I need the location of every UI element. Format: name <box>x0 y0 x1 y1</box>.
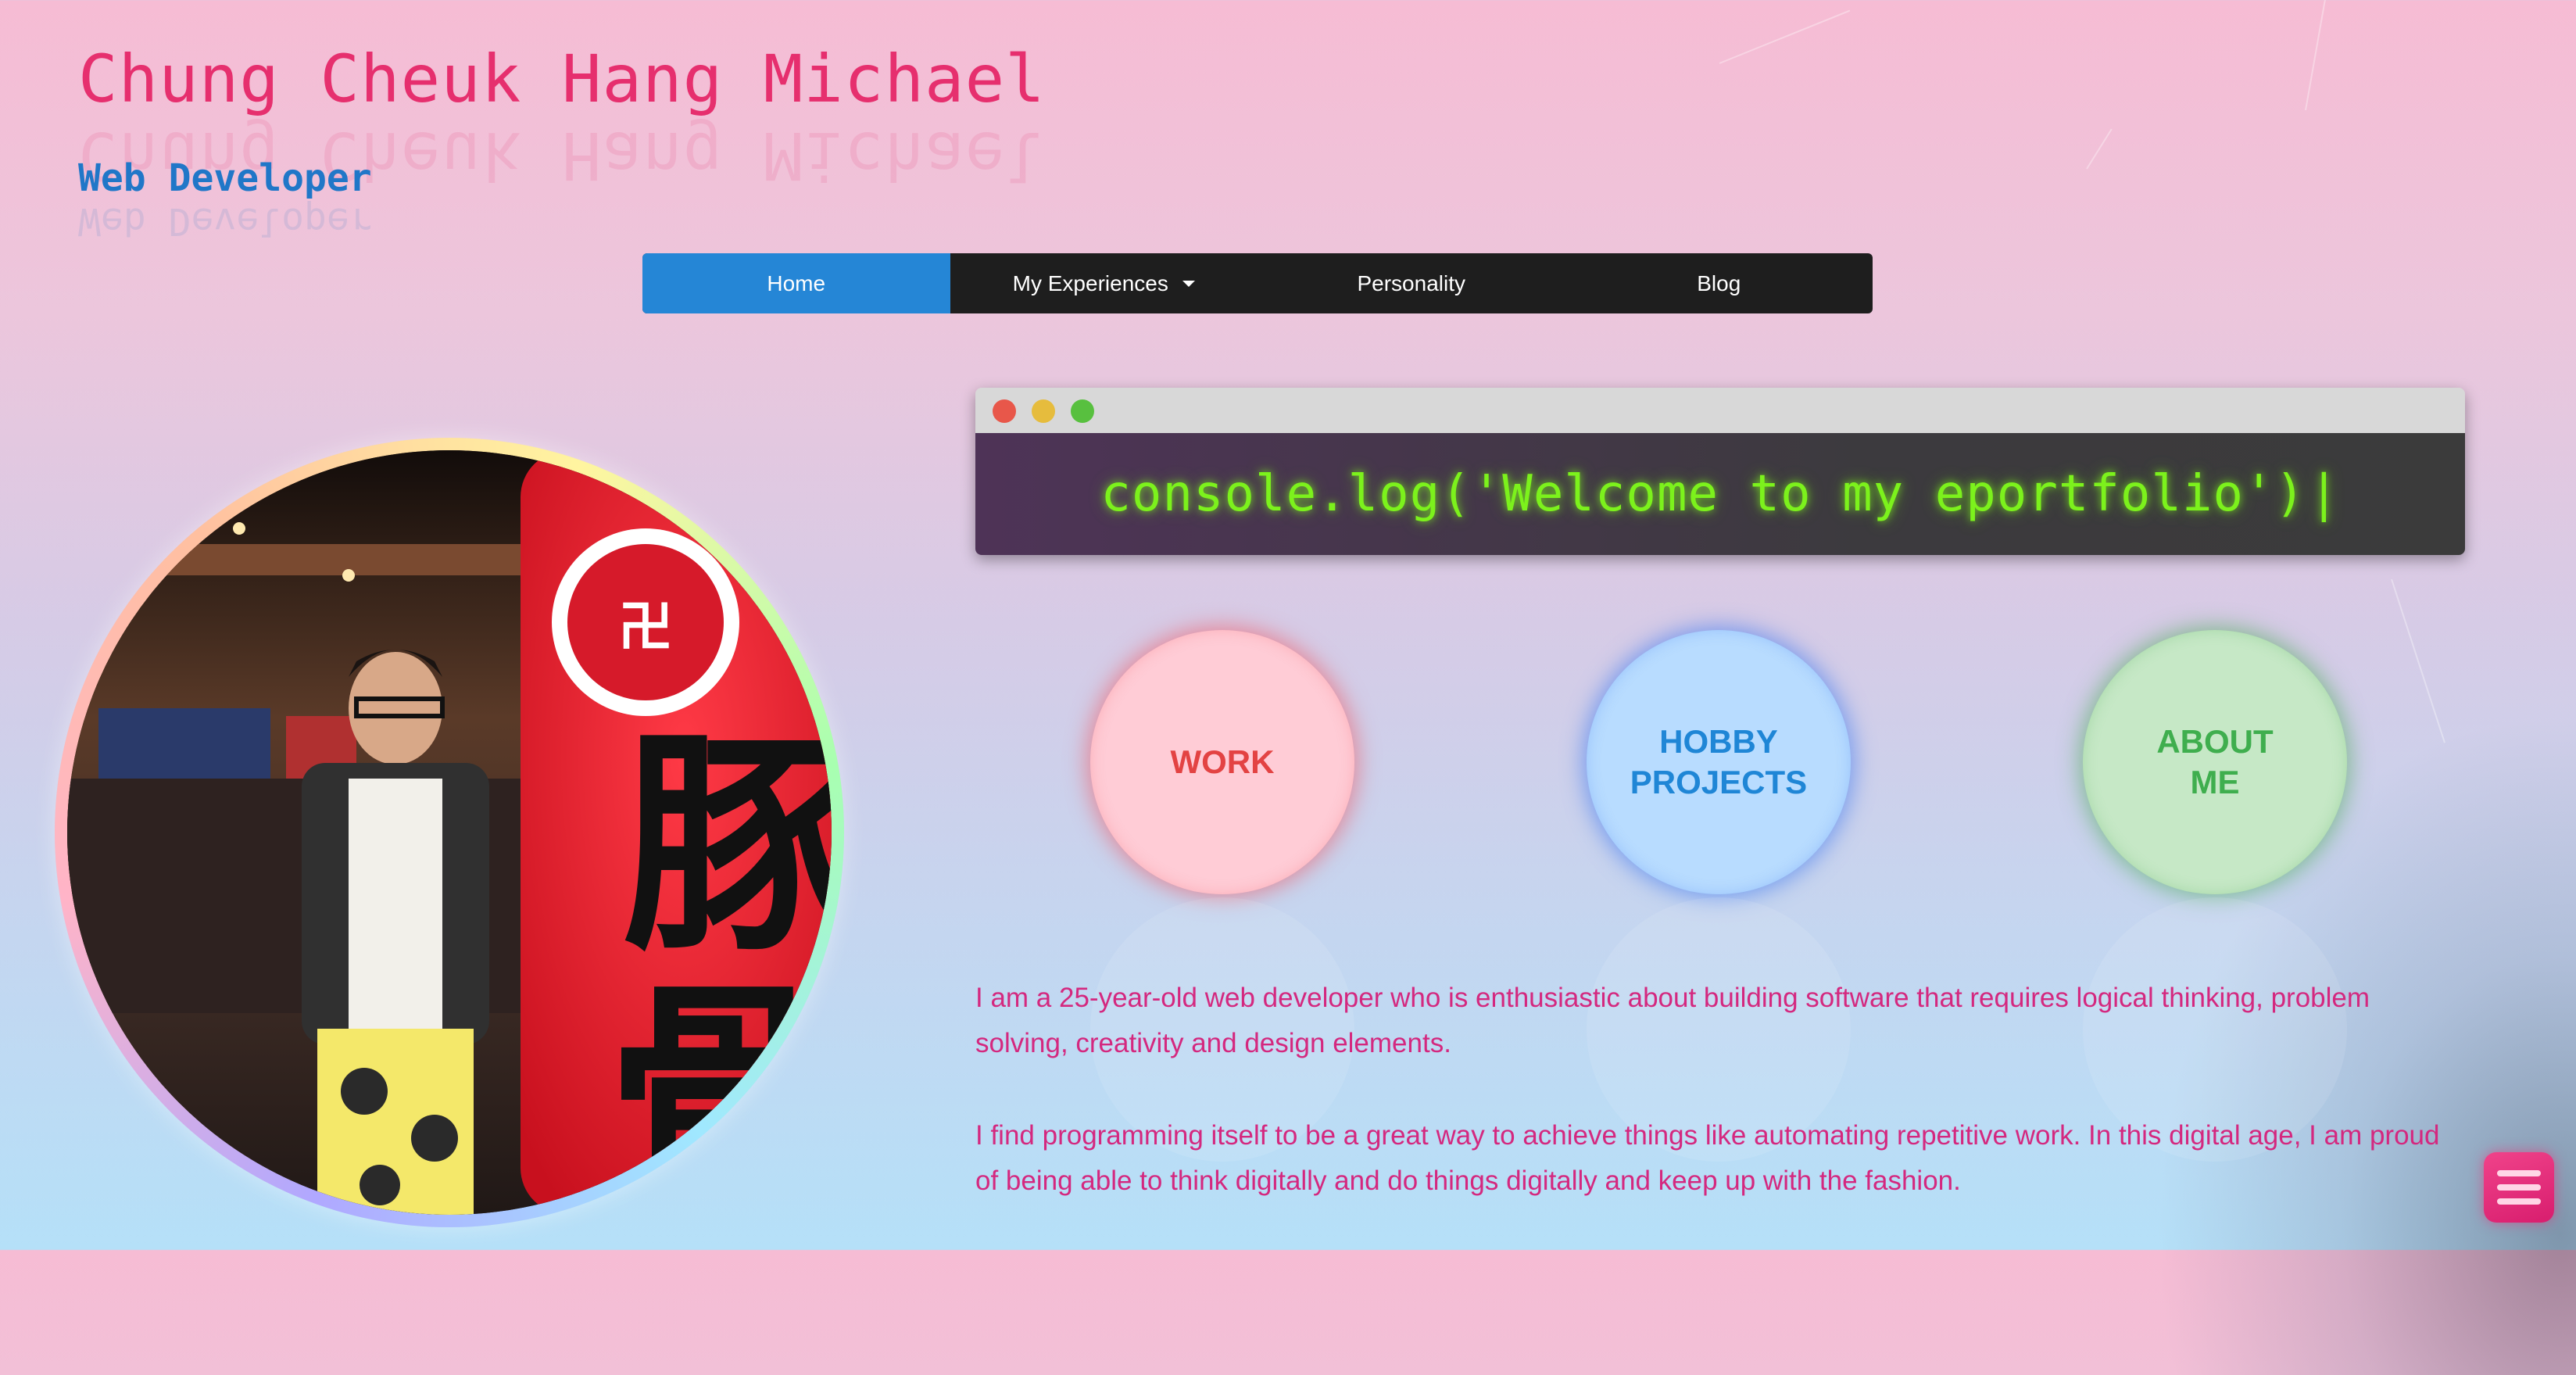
intro-paragraph-1: I am a 25-year-old web developer who is … <box>975 983 2370 1058</box>
work-button[interactable]: WORK <box>1090 630 1354 894</box>
terminal-text: console.log('Welcome to my eportfolio')| <box>1100 465 2339 523</box>
job-title-reflection: Web Developer <box>78 199 372 243</box>
typing-cursor: | <box>2309 465 2340 523</box>
nav-personality[interactable]: Personality <box>1258 253 1565 313</box>
nav-my-experiences-label: My Experiences <box>1012 270 1168 295</box>
intro-paragraph-2: I find programming itself to be a great … <box>975 1120 2440 1196</box>
nav-home[interactable]: Home <box>642 253 950 313</box>
svg-text:骨: 骨 <box>606 960 832 1215</box>
light-streak <box>2305 0 2327 111</box>
nav-blog[interactable]: Blog <box>1565 253 1873 313</box>
about-me-label: ABOUT ME <box>2156 723 2274 800</box>
hobby-projects-label: HOBBY PROJECTS <box>1630 723 1808 800</box>
minimize-dot-icon <box>1032 399 1055 423</box>
terminal-titlebar <box>975 388 2465 433</box>
maximize-dot-icon <box>1071 399 1094 423</box>
terminal-command: console.log('Welcome to my eportfolio') <box>1100 465 2306 523</box>
main-nav: Home My Experiences Personality Blog <box>642 253 1873 313</box>
nav-personality-label: Personality <box>1357 270 1465 295</box>
about-me-button[interactable]: ABOUT ME <box>2083 630 2347 894</box>
caret-down-icon <box>1182 280 1195 287</box>
terminal-body: console.log('Welcome to my eportfolio')| <box>975 433 2465 555</box>
light-streak <box>2086 128 2113 170</box>
hobby-projects-button[interactable]: HOBBY PROJECTS <box>1587 630 1851 894</box>
site-owner-name: Chung Cheuk Hang Michael <box>78 41 1046 117</box>
profile-photo: 卍 豚 骨 <box>67 450 832 1215</box>
hamburger-menu-icon <box>2497 1184 2541 1191</box>
terminal-window: console.log('Welcome to my eportfolio')| <box>975 388 2465 555</box>
nav-blog-label: Blog <box>1697 270 1741 295</box>
floating-menu-button[interactable] <box>2484 1152 2554 1223</box>
light-streak <box>1719 9 1851 64</box>
svg-text:卍: 卍 <box>618 595 673 659</box>
nav-home-label: Home <box>767 270 826 295</box>
hamburger-menu-icon <box>2497 1198 2541 1205</box>
svg-text:豚: 豚 <box>622 710 832 983</box>
job-title: Web Developer <box>78 156 372 200</box>
work-label: WORK <box>1170 743 1275 780</box>
profile-photo-frame: 卍 豚 骨 <box>55 438 844 1227</box>
nav-my-experiences[interactable]: My Experiences <box>950 253 1258 313</box>
hamburger-menu-icon <box>2497 1170 2541 1176</box>
portrait-photo-icon: 卍 豚 骨 <box>67 450 832 1215</box>
close-dot-icon <box>993 399 1016 423</box>
